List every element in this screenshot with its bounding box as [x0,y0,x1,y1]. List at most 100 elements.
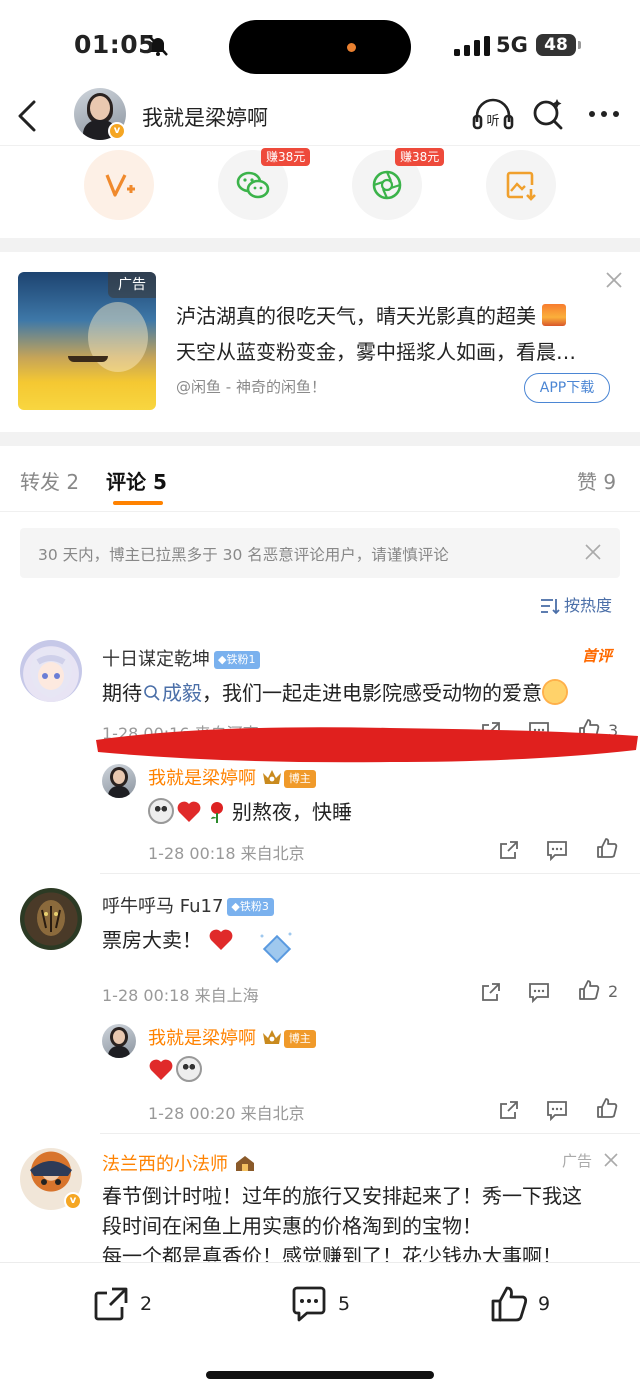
ad-text-line-2: 天空从蓝变粉变金，雾中摇浆人如画，看晨… [176,340,576,364]
save-image-button[interactable] [486,150,556,220]
comment-text: 票房大卖！ [102,924,236,953]
battery-indicator: 48 [536,34,581,56]
comment-icon[interactable] [528,981,550,1003]
dynamic-island [229,20,411,74]
like-icon [491,1286,528,1322]
repost-icon[interactable] [498,839,520,861]
fan-badge: ◆铁粉3 [227,898,274,916]
vplus-button[interactable] [84,150,154,220]
save-image-icon [506,171,536,201]
tab-repost[interactable]: 转发 2 [20,466,79,495]
listen-label: 听 [486,114,499,129]
close-icon[interactable] [584,543,602,561]
like-icon[interactable] [596,1097,618,1119]
verified-badge-icon: v [108,122,126,140]
commenter-name[interactable]: 呼牛呼马 Fu17 ◆铁粉3 [102,892,274,918]
like-count: 9 [538,1293,551,1315]
red-heart-icon [177,801,201,822]
repost-icon[interactable] [480,981,502,1003]
ad-card[interactable]: 广告 泸沽湖真的很吃天气，晴天光影真的超美 天空从蓝变粉变金，雾中摇浆人如画，看… [0,252,640,432]
like-button[interactable]: 9 [490,1285,560,1325]
more-icon[interactable] [586,96,622,132]
cat-sticker-icon [176,1056,202,1082]
back-arrow-icon[interactable] [14,96,42,136]
mention-link[interactable]: 成毅 [142,681,202,705]
signal-icon [454,36,490,56]
commenter-name-text[interactable]: 呼牛呼马 Fu17 [102,896,223,917]
reply-avatar[interactable] [102,764,136,798]
commenter-name-text[interactable]: 法兰西的小法师 [102,1154,228,1175]
home-badge-icon [235,1156,254,1171]
ad-comment-line-1: 春节倒计时啦！过年的旅行又安排起来了！秀一下我这 [102,1184,582,1208]
ad-comment-line-2: 段时间在闲鱼上用实惠的价格淘到的宝物！ [102,1214,482,1238]
like-icon[interactable] [596,837,618,859]
commenter-avatar[interactable] [20,888,82,950]
repost-button[interactable]: 2 [92,1285,162,1325]
comment-icon[interactable] [546,1099,568,1121]
reply-author-text[interactable]: 我就是梁婷啊 [148,1028,256,1049]
search-icon [144,685,160,701]
search-icon[interactable] [530,96,566,132]
active-tab-indicator [113,501,163,505]
reply-meta: 1-28 00:18 来自北京 [148,844,305,863]
top-nav: v 我就是梁婷啊 听 [0,88,640,146]
ad-tag: 广告 [108,272,156,298]
crown-icon [262,770,281,784]
comment-divider [100,873,640,874]
commenter-avatar[interactable] [20,640,82,702]
listen-headphone-icon[interactable]: 听 [472,96,514,132]
bottom-action-bar: 2 5 9 [0,1262,640,1391]
comment-button[interactable]: 5 [290,1285,360,1325]
reply-text [148,1056,204,1082]
comment-divider [100,1133,640,1134]
close-icon[interactable] [604,1153,618,1167]
reply-author[interactable]: 我就是梁婷啊 博主 [148,1024,316,1050]
bell-muted-icon [148,35,168,56]
block-notice: 30 天内，博主已拉黑多于 30 名恶意评论用户，请谨慎评论 [20,528,620,578]
sort-icon [541,599,560,615]
like-count: 2 [608,982,619,1001]
red-heart-icon [209,929,233,950]
author-name[interactable]: 我就是梁婷啊 [142,102,268,132]
comment-icon[interactable] [546,839,568,861]
repost-icon [94,1287,128,1321]
red-heart-icon [149,1059,173,1080]
tab-likes[interactable]: 赞 9 [577,466,616,495]
tab-comments[interactable]: 评论 5 [106,466,167,495]
moments-earn-badge: 赚38元 [395,148,445,166]
rose-icon [211,802,223,823]
first-comment-badge: 首评 [582,647,613,665]
commenter-name-text[interactable]: 十日谋定乾坤 [102,649,210,670]
reply-avatar[interactable] [102,1024,136,1058]
wechat-earn-badge: 赚38元 [261,148,311,166]
verified-badge-icon: v [64,1192,82,1210]
ad-text-line-1: 泸沽湖真的很吃天气，晴天光影真的超美 [176,300,567,329]
cat-sticker-icon [148,798,174,824]
comment-icon [292,1286,326,1322]
section-gap [0,432,640,446]
interaction-tabs: 转发 2 评论 5 赞 9 [0,446,640,512]
reply-author-text[interactable]: 我就是梁婷啊 [148,768,256,789]
vplus-icon [105,174,135,197]
commenter-name[interactable]: 十日谋定乾坤 ◆铁粉1 [102,645,261,671]
repost-count: 2 [140,1293,153,1315]
close-icon[interactable] [604,270,624,290]
app-download-button[interactable]: APP下载 [524,373,610,403]
reply-author[interactable]: 我就是梁婷啊 博主 [148,764,316,790]
sort-button[interactable]: 按热度 [540,592,612,616]
love-face-emoji-icon [542,679,568,705]
section-gap [0,238,640,252]
recording-dot [347,43,356,52]
ad-source[interactable]: @闲鱼 - 神奇的闲鱼！ [176,376,326,397]
ad-line1-text: 泸沽湖真的很吃天气，晴天光影真的超美 [176,304,536,328]
repost-icon[interactable] [498,1099,520,1121]
reply-text: 别熬夜，快睡 [148,796,352,825]
status-bar: 01:05 5G 48 [0,0,640,88]
crown-icon [262,1030,281,1044]
notice-text: 30 天内，博主已拉黑多于 30 名恶意评论用户，请谨慎评论 [38,546,449,564]
comment-text: 期待 成毅，我们一起走进电影院感受动物的爱意 [102,677,570,706]
sort-label: 按热度 [564,596,613,615]
like-icon[interactable] [578,979,600,1001]
fan-badge: ◆铁粉1 [214,651,261,669]
commenter-name[interactable]: 法兰西的小法师 [102,1150,256,1176]
